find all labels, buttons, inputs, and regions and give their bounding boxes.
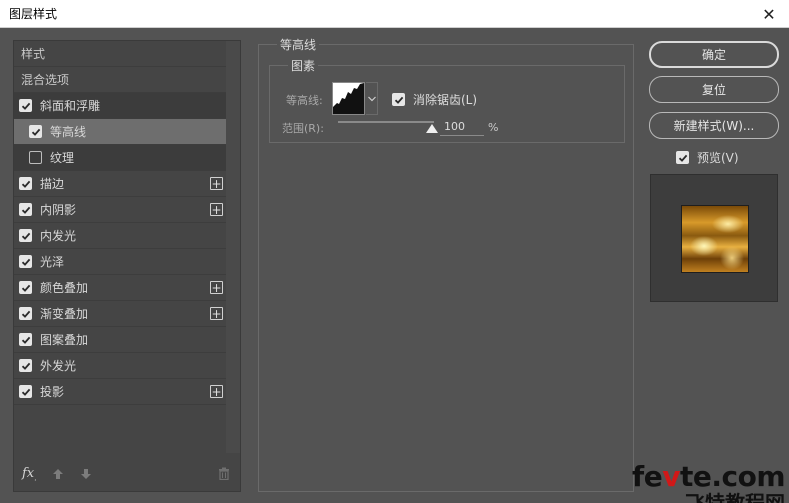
reset-button[interactable]: 复位	[649, 76, 779, 103]
chevron-down-icon[interactable]	[366, 82, 378, 115]
list-item-gradient-overlay[interactable]: 渐变叠加 +	[14, 301, 226, 327]
fx-label: fx	[22, 465, 35, 481]
checkbox-inner-glow[interactable]	[19, 229, 32, 242]
list-item-inner-shadow[interactable]: 内阴影 +	[14, 197, 226, 223]
list-item-label: 样式	[21, 47, 46, 61]
list-item-label: 投影	[40, 385, 65, 399]
list-item-label: 斜面和浮雕	[40, 99, 101, 113]
list-item-bevel-emboss[interactable]: 斜面和浮雕	[14, 93, 226, 119]
list-item-texture[interactable]: 纹理	[14, 145, 226, 171]
list-item-satin[interactable]: 光泽	[14, 249, 226, 275]
fx-sub: .	[34, 473, 37, 483]
group-title: 图素	[288, 57, 319, 74]
section-title: 等高线	[277, 36, 320, 53]
range-slider-thumb[interactable]	[426, 124, 438, 133]
list-item-styles[interactable]: 样式	[14, 41, 226, 67]
dialog-body: 样式 混合选项 斜面和浮雕 等高线 纹理 描边 + 内阴影 + 内发光 光泽 颜…	[0, 28, 789, 503]
anti-alias-label: 消除锯齿(L)	[413, 93, 478, 107]
window-title: 图层样式	[9, 7, 58, 21]
list-item-contour[interactable]: 等高线	[14, 119, 226, 145]
checkbox-gradient-overlay[interactable]	[19, 307, 32, 320]
list-item-label: 图案叠加	[40, 333, 89, 347]
checkbox-stroke[interactable]	[19, 177, 32, 190]
watermark-line1: fevte.com	[632, 460, 785, 493]
range-slider-track[interactable]	[338, 121, 434, 123]
list-item-label: 描边	[40, 177, 65, 191]
list-item-label: 内阴影	[40, 203, 77, 217]
list-item-label: 光泽	[40, 255, 65, 269]
style-preview	[650, 174, 778, 302]
fx-menu-button[interactable]: fx.	[22, 466, 37, 483]
add-stroke-plus-icon[interactable]: +	[210, 177, 223, 190]
list-scrollbar[interactable]	[226, 41, 240, 453]
range-input[interactable]	[440, 118, 484, 136]
add-inner-shadow-plus-icon[interactable]: +	[210, 203, 223, 216]
list-item-pattern-overlay[interactable]: 图案叠加	[14, 327, 226, 353]
checkbox-pattern-overlay[interactable]	[19, 333, 32, 346]
arrow-down-icon[interactable]	[79, 467, 93, 481]
list-item-inner-glow[interactable]: 内发光	[14, 223, 226, 249]
list-item-label: 渐变叠加	[40, 307, 89, 321]
checkbox-preview[interactable]	[676, 151, 689, 164]
preview-label: 预览(V)	[697, 151, 739, 165]
preview-swatch	[681, 205, 749, 273]
add-drop-shadow-plus-icon[interactable]: +	[210, 385, 223, 398]
ok-button[interactable]: 确定	[649, 41, 779, 68]
checkbox-anti-alias[interactable]	[392, 93, 405, 106]
trash-icon[interactable]	[218, 467, 232, 481]
checkbox-satin[interactable]	[19, 255, 32, 268]
list-item-label: 纹理	[50, 151, 75, 165]
preview-toggle[interactable]: 预览(V)	[676, 149, 739, 166]
contour-preview[interactable]	[332, 82, 365, 115]
list-item-drop-shadow[interactable]: 投影 +	[14, 379, 226, 405]
range-unit: %	[488, 121, 499, 134]
watermark-logo: fevte.com 飞特教程网	[625, 463, 785, 503]
add-color-overlay-plus-icon[interactable]: +	[210, 281, 223, 294]
watermark-line2: 飞特教程网	[685, 491, 785, 503]
checkbox-outer-glow[interactable]	[19, 359, 32, 372]
list-item-outer-glow[interactable]: 外发光	[14, 353, 226, 379]
list-item-label: 外发光	[40, 359, 77, 373]
list-item-label: 等高线	[50, 125, 87, 139]
styles-footer: fx.	[14, 457, 240, 491]
checkbox-inner-shadow[interactable]	[19, 203, 32, 216]
add-gradient-overlay-plus-icon[interactable]: +	[210, 307, 223, 320]
checkbox-bevel-emboss[interactable]	[19, 99, 32, 112]
checkbox-drop-shadow[interactable]	[19, 385, 32, 398]
elements-group: 图素 等高线: 消除锯齿(L) 范围(R): %	[269, 57, 625, 143]
list-item-blending-options[interactable]: 混合选项	[14, 67, 226, 93]
list-item-label: 内发光	[40, 229, 77, 243]
contour-label: 等高线:	[286, 94, 323, 107]
list-item-stroke[interactable]: 描边 +	[14, 171, 226, 197]
anti-alias-toggle[interactable]: 消除锯齿(L)	[392, 91, 477, 108]
styles-list: 样式 混合选项 斜面和浮雕 等高线 纹理 描边 + 内阴影 + 内发光 光泽 颜…	[14, 41, 226, 405]
contour-settings-panel: 等高线 图素 等高线: 消除锯齿(L) 范围(R): %	[258, 36, 634, 492]
checkbox-contour[interactable]	[29, 125, 42, 138]
close-icon[interactable]: ✕	[759, 4, 779, 24]
title-bar: 图层样式 ✕	[0, 0, 789, 28]
checkbox-color-overlay[interactable]	[19, 281, 32, 294]
checkbox-texture[interactable]	[29, 151, 42, 164]
arrow-up-icon[interactable]	[51, 467, 65, 481]
styles-list-panel: 样式 混合选项 斜面和浮雕 等高线 纹理 描边 + 内阴影 + 内发光 光泽 颜…	[13, 40, 241, 492]
list-item-label: 颜色叠加	[40, 281, 89, 295]
range-label: 范围(R):	[282, 122, 324, 135]
list-item-color-overlay[interactable]: 颜色叠加 +	[14, 275, 226, 301]
new-style-button[interactable]: 新建样式(W)...	[649, 112, 779, 139]
list-item-label: 混合选项	[21, 73, 70, 87]
